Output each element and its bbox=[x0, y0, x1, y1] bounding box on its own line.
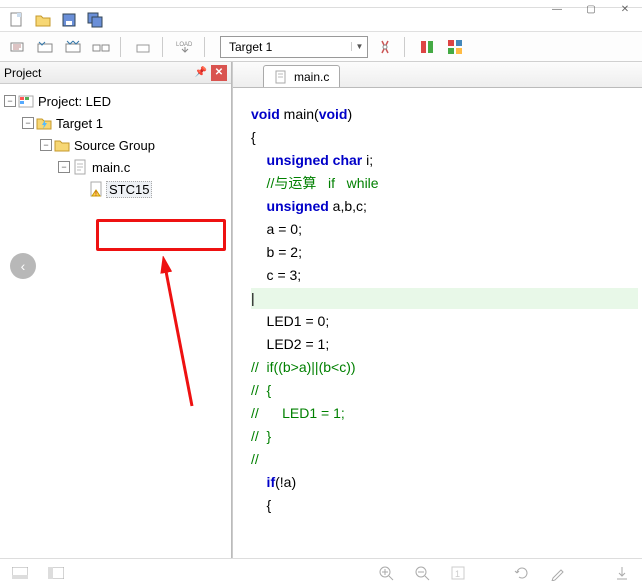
zoom-out-icon[interactable] bbox=[412, 563, 432, 583]
manage-books-icon[interactable] bbox=[416, 36, 438, 58]
source-group-label: Source Group bbox=[72, 138, 155, 153]
new-file-icon[interactable] bbox=[6, 9, 28, 31]
rotate-icon[interactable] bbox=[512, 563, 532, 583]
file-node-main-c[interactable]: − main.c bbox=[4, 156, 227, 178]
save-all-icon[interactable] bbox=[84, 9, 106, 31]
nav-back-button[interactable]: ‹ bbox=[10, 253, 36, 279]
editor-tab-strip: main.c bbox=[233, 62, 642, 88]
download-icon[interactable]: LOAD bbox=[174, 36, 196, 58]
output-pane-icon[interactable] bbox=[10, 563, 30, 583]
batch-build-icon[interactable] bbox=[90, 36, 112, 58]
cfile-icon bbox=[72, 159, 88, 175]
translate-icon[interactable] bbox=[6, 36, 28, 58]
window-close-button[interactable]: ✕ bbox=[608, 0, 642, 20]
project-root-node[interactable]: − Project: LED bbox=[4, 90, 227, 112]
project-panel-header: Project 📌 ✕ bbox=[0, 62, 231, 84]
manage-components-icon[interactable] bbox=[444, 36, 466, 58]
target-selector[interactable]: Target 1 ▼ bbox=[220, 36, 368, 58]
fit-icon[interactable]: 1 bbox=[448, 563, 468, 583]
stop-build-icon[interactable] bbox=[132, 36, 154, 58]
annotation-arrow bbox=[152, 256, 212, 416]
toolbar-divider bbox=[120, 37, 124, 57]
code-editor[interactable]: void main(void) { unsigned char i; //与运算… bbox=[233, 88, 642, 558]
zoom-in-icon[interactable] bbox=[376, 563, 396, 583]
source-group-node[interactable]: − Source Group bbox=[4, 134, 227, 156]
save-icon[interactable] bbox=[58, 9, 80, 31]
svg-text:!: ! bbox=[95, 191, 97, 197]
project-root-label: Project: LED bbox=[36, 94, 111, 109]
collapse-icon[interactable]: − bbox=[22, 117, 34, 129]
chevron-down-icon: ▼ bbox=[351, 42, 367, 51]
toolbar-divider bbox=[162, 37, 166, 57]
project-panel-title: Project bbox=[4, 66, 41, 80]
pin-icon[interactable]: 📌 bbox=[195, 67, 207, 78]
maximize-button[interactable]: ▢ bbox=[574, 0, 608, 20]
side-pane-icon[interactable] bbox=[46, 563, 66, 583]
hfile-warn-icon: ! bbox=[88, 181, 104, 197]
options-icon[interactable] bbox=[374, 36, 396, 58]
folder-icon bbox=[54, 137, 70, 153]
svg-text:1: 1 bbox=[455, 569, 460, 579]
rebuild-icon[interactable] bbox=[62, 36, 84, 58]
toolbar-divider bbox=[204, 37, 208, 57]
edit-icon[interactable] bbox=[548, 563, 568, 583]
file-label: main.c bbox=[90, 160, 130, 175]
cfile-icon bbox=[274, 70, 288, 84]
target-node[interactable]: − Target 1 bbox=[4, 112, 227, 134]
editor-tab-label: main.c bbox=[294, 70, 329, 84]
collapse-icon[interactable]: − bbox=[4, 95, 16, 107]
open-icon[interactable] bbox=[32, 9, 54, 31]
build-toolbar: LOAD Target 1 ▼ bbox=[0, 32, 642, 62]
project-tree[interactable]: − Project: LED − Target 1 − Source Group… bbox=[0, 84, 231, 558]
panel-close-button[interactable]: ✕ bbox=[211, 65, 227, 81]
build-icon[interactable] bbox=[34, 36, 56, 58]
download-icon[interactable] bbox=[612, 563, 632, 583]
editor-tab-main-c[interactable]: main.c bbox=[263, 65, 340, 87]
annotation-highlight-box bbox=[96, 219, 226, 251]
collapse-icon[interactable]: − bbox=[40, 139, 52, 151]
folder-bolt-icon bbox=[36, 115, 52, 131]
target-label: Target 1 bbox=[54, 116, 103, 131]
header-node-stc15[interactable]: ! STC15 bbox=[4, 178, 227, 200]
target-selector-label: Target 1 bbox=[221, 40, 351, 54]
minimize-button[interactable]: — bbox=[540, 0, 574, 20]
status-bar: 1 bbox=[0, 558, 642, 586]
collapse-icon[interactable]: − bbox=[58, 161, 70, 173]
header-label: STC15 bbox=[106, 181, 152, 198]
project-panel: Project 📌 ✕ − Project: LED − Target 1 − bbox=[0, 62, 232, 558]
project-icon bbox=[18, 93, 34, 109]
toolbar-divider bbox=[404, 37, 408, 57]
editor-area: main.c void main(void) { unsigned char i… bbox=[232, 62, 642, 558]
